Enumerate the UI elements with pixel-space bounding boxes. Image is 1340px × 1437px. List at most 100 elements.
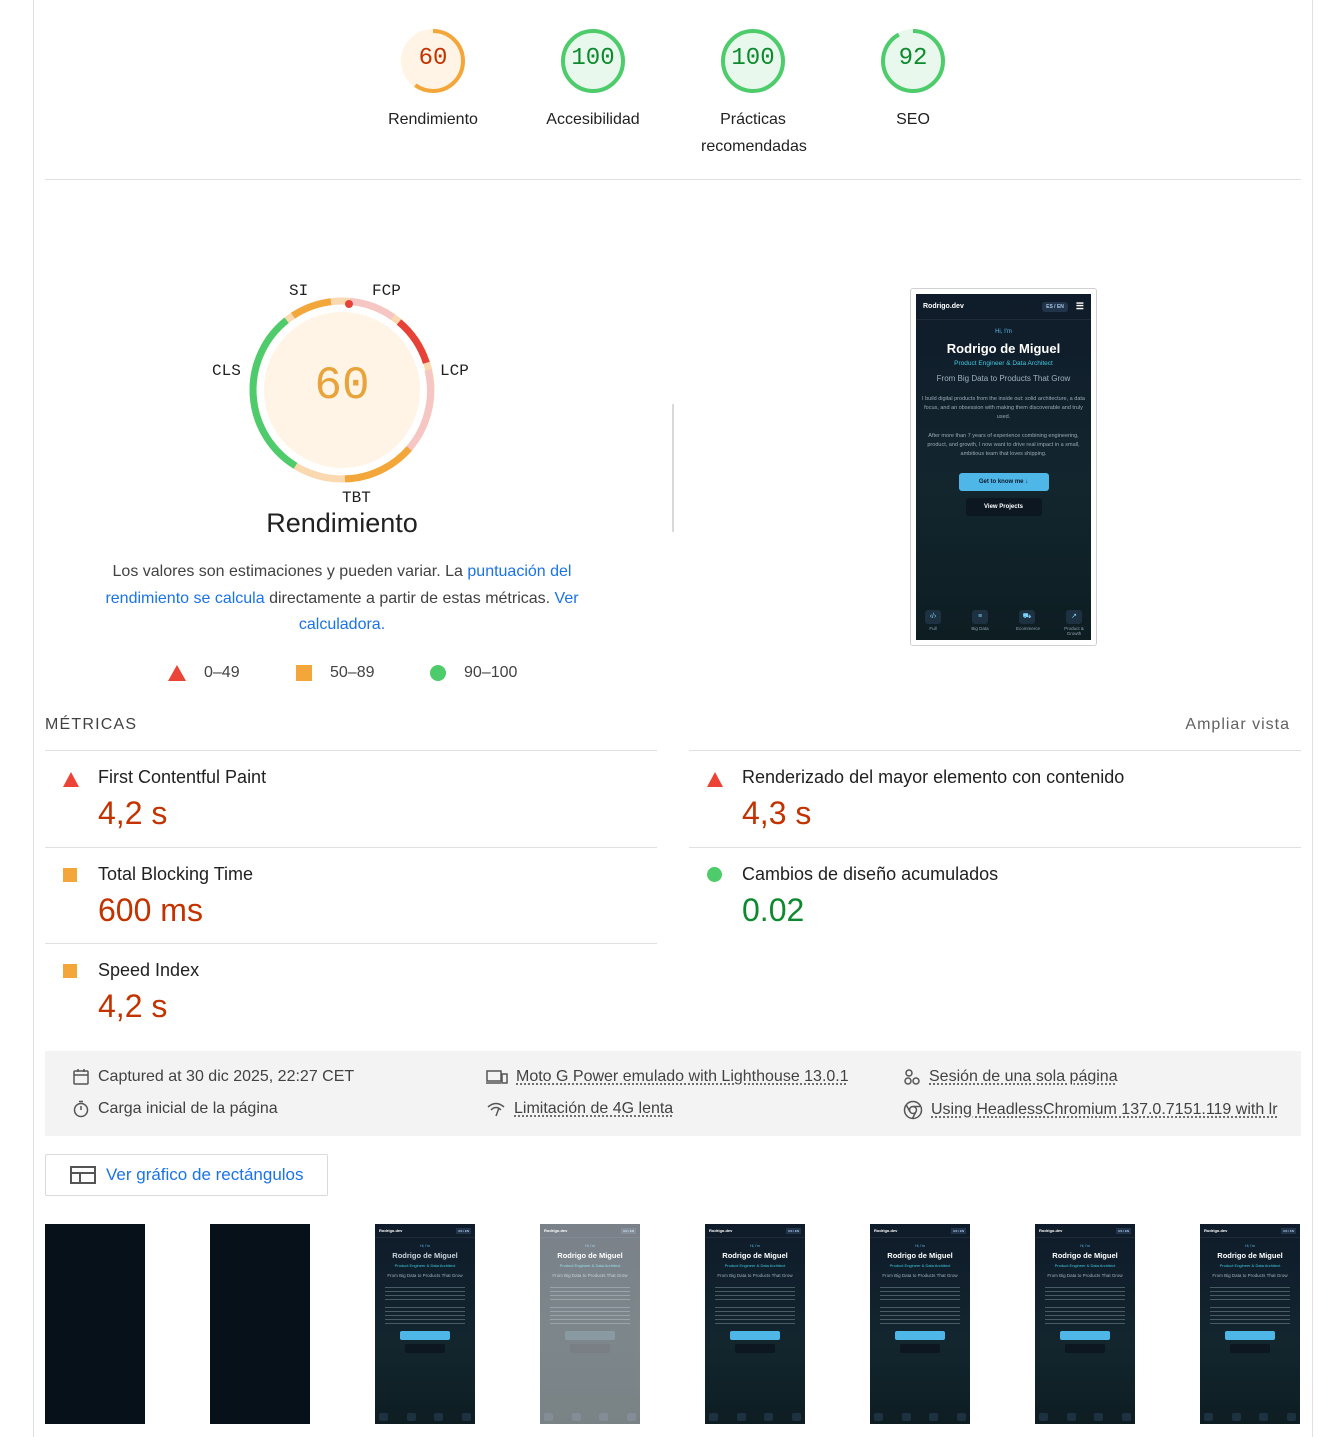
page-preview: Rodrigo.dev ES / EN ☰ Hi, I'm Rodrigo de … [916, 294, 1091, 640]
metric-name: First Contentful Paint [98, 767, 267, 787]
tbt-label: TBT [342, 489, 371, 507]
devices-icon [486, 1070, 508, 1084]
filmstrip-frame: Rodrigo.dev ES / EN Hi, I'm Rodrigo de Migu… [1035, 1224, 1135, 1424]
load-text: Carga inicial de la página [98, 1100, 278, 1117]
filmstrip-frame [210, 1224, 310, 1424]
device-text: Moto G Power emulado with Lighthouse 13.… [516, 1068, 849, 1085]
legend-label: 90–100 [464, 664, 518, 681]
preview-primary-button: Get to know me ↓ [958, 473, 1049, 491]
treemap-button[interactable]: Ver gráfico de rectángulos [45, 1154, 328, 1196]
preview-greeting: Hi, I'm [995, 329, 1012, 335]
performance-description: Los valores son estimaciones y pueden va… [80, 559, 604, 639]
session-type[interactable]: Sesión de una sola página [903, 1068, 1118, 1086]
lcp-label: LCP [440, 362, 469, 380]
metrics-heading: MÉTRICAS [45, 716, 138, 733]
metric-name: Cambios de diseño acumulados [742, 864, 999, 884]
si-segment [291, 298, 332, 319]
gauge-best-practices[interactable]: 100 Prácticas recomendadas [673, 26, 833, 160]
preview-tagline: From Big Data to Products That Grow [936, 374, 1071, 383]
trend-icon: ↗ Product & Growth [1063, 610, 1085, 636]
metric-si: Speed Index 4,2 s [45, 943, 657, 1040]
final-screenshot[interactable]: Rodrigo.dev ES / EN ☰ Hi, I'm Rodrigo de … [910, 288, 1097, 646]
metric-name: Total Blocking Time [98, 864, 254, 884]
gauge-accessibility[interactable]: 100 Accesibilidad [513, 26, 673, 133]
cls-label: CLS [212, 362, 241, 380]
chrome-icon [903, 1100, 923, 1120]
legend-pass: 90–100 [430, 664, 517, 682]
metric-value: 4,2 s [98, 795, 168, 831]
divider [45, 179, 1301, 180]
square-icon [296, 665, 312, 681]
cart-icon: ⛟ Ecommerce [1016, 610, 1040, 636]
legend-fail: 0–49 [168, 664, 240, 682]
filmstrip-frame: Rodrigo.dev ES / EN Hi, I'm Rodrigo de Migu… [375, 1224, 475, 1424]
captured-at: Captured at 30 dic 2025, 22:27 CET [72, 1068, 354, 1086]
gauge-label: Rendimiento [388, 111, 478, 128]
vertical-divider [672, 404, 674, 532]
fcp-dot [345, 300, 353, 308]
calendar-icon [73, 1069, 89, 1085]
treemap-label: Ver gráfico de rectángulos [106, 1165, 304, 1184]
gauge-label: SEO [896, 111, 930, 128]
preview-navbar: Rodrigo.dev ES / EN ☰ [916, 294, 1091, 320]
preview-lang: ES / EN [1042, 301, 1068, 312]
gauge-score: 100 [731, 45, 775, 72]
network-throttling[interactable]: Limitación de 4G lenta [486, 1100, 673, 1118]
performance-gauge: 60 SI FCP LCP TBT CLS [200, 270, 484, 520]
circle-icon [430, 665, 446, 681]
browser-text: Using HeadlessChromium 137.0.7151.119 wi… [931, 1101, 1278, 1118]
metric-name: Speed Index [98, 960, 200, 980]
gauge-performance[interactable]: 60 Rendimiento [353, 26, 513, 133]
gauge-score: 60 [418, 45, 448, 72]
metric-cls: Cambios de diseño acumulados 0.02 [689, 847, 1301, 944]
captured-text: Captured at 30 dic 2025, 22:27 CET [98, 1068, 355, 1085]
metric-name: Renderizado del mayor elemento con conte… [742, 767, 1125, 787]
description-text: directamente a partir de estas métricas. [264, 589, 555, 607]
metric-tbt: Total Blocking Time 600 ms [45, 847, 657, 944]
si-label: SI [289, 282, 309, 300]
fail-triangle-icon [707, 772, 723, 787]
legend-label: 0–49 [204, 664, 240, 681]
database-icon: ≡ Big Data [969, 610, 991, 636]
filmstrip-frame: Rodrigo.dev ES / EN Hi, I'm Rodrigo de Migu… [705, 1224, 805, 1424]
runtime-settings: Captured at 30 dic 2025, 22:27 CET Carga… [45, 1051, 1301, 1136]
preview-icons: ‹/› Full ≡ Big Data ⛟ Ecommerce ↗ Product & … [922, 610, 1085, 636]
gauge-seo[interactable]: 92 SEO [833, 26, 993, 133]
metric-fcp: First Contentful Paint 4,2 s [45, 750, 657, 847]
device-emulation[interactable]: Moto G Power emulado with Lighthouse 13.… [486, 1068, 849, 1086]
score-legend: 0–49 50–89 90–100 [168, 664, 568, 686]
fail-triangle-icon [63, 772, 79, 787]
expand-view-toggle[interactable]: Ampliar vista [1185, 716, 1290, 734]
legend-average: 50–89 [296, 664, 375, 682]
timer-icon [73, 1100, 89, 1118]
browser-version[interactable]: Using HeadlessChromium 137.0.7151.119 wi… [903, 1100, 1278, 1120]
gauge-label: Prácticas recomendadas [701, 111, 807, 155]
gauge-score: 92 [898, 45, 928, 72]
metric-value: 0.02 [742, 892, 805, 928]
code-icon: ‹/› Full [922, 610, 944, 636]
metric-value: 4,3 s [742, 795, 812, 831]
description-text: Los valores son estimaciones y pueden va… [112, 563, 468, 580]
throttle-text: Limitación de 4G lenta [514, 1100, 674, 1117]
filmstrip-frame: Rodrigo.dev ES / EN Hi, I'm Rodrigo de Migu… [1200, 1224, 1300, 1424]
treemap-icon [70, 1166, 96, 1184]
menu-icon: ☰ [1075, 301, 1084, 311]
category-gauges: 60 Rendimiento 100 Accesibilidad 100 Prá… [353, 26, 993, 166]
average-square-icon [63, 868, 77, 882]
preview-name: Rodrigo de Miguel [946, 341, 1061, 356]
session-text: Sesión de una sola página [929, 1068, 1118, 1085]
legend-label: 50–89 [330, 664, 375, 681]
filmstrip-frame: Rodrigo.dev ES / EN Hi, I'm Rodrigo de Migu… [870, 1224, 970, 1424]
preview-brand: Rodrigo.dev [923, 303, 964, 310]
signal-icon [487, 1102, 505, 1117]
metric-value: 600 ms [98, 892, 203, 928]
initial-load: Carga inicial de la página [72, 1100, 278, 1118]
metric-lcp: Renderizado del mayor elemento con conte… [689, 750, 1301, 847]
triangle-icon [168, 665, 186, 681]
preview-secondary-button: View Projects [965, 498, 1042, 516]
people-icon [904, 1069, 920, 1085]
filmstrip-frame: Rodrigo.dev ES / EN Hi, I'm Rodrigo de Migu… [540, 1224, 640, 1424]
gauge-label: Accesibilidad [546, 111, 640, 128]
preview-paragraph: After more than 7 years of experience co… [927, 433, 1080, 457]
report-frame [33, 0, 1313, 1437]
